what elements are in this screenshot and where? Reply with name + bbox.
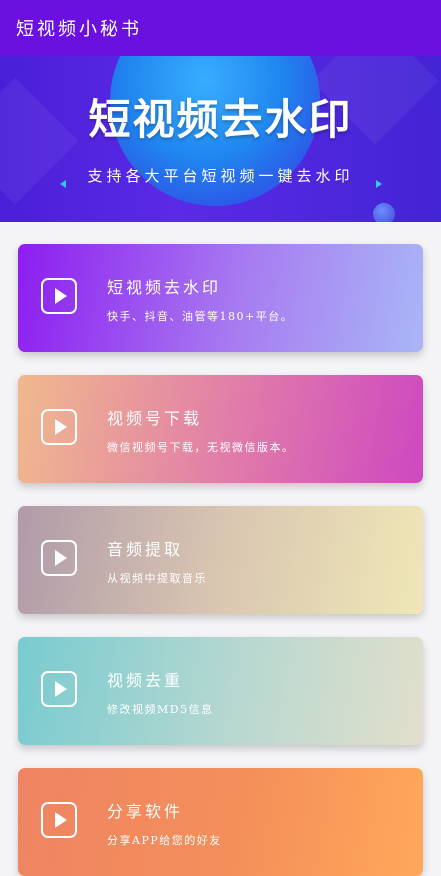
play-icon [41,409,77,445]
card-description: 微信视频号下载，无视微信版本。 [107,441,295,454]
card-description: 从视频中提取音乐 [107,572,207,585]
card-video-dedupe[interactable]: 视频去重 修改视频MD5信息 [18,637,423,745]
banner-headline: 短视频去水印 [88,95,353,144]
app-title: 短视频小秘书 [16,19,142,40]
play-icon [41,802,77,838]
arrow-right-icon [376,180,382,188]
play-icon [41,540,77,576]
card-description: 快手、抖音、油管等180+平台。 [107,310,294,323]
card-share-app[interactable]: 分享软件 分享APP给您的好友 [18,768,423,876]
banner-subline: 支持各大平台短视频一键去水印 [87,167,354,185]
card-title: 视频号下载 [107,409,203,428]
card-description: 分享APP给您的好友 [107,834,222,847]
card-title: 分享软件 [107,802,184,821]
app-bar: 短视频小秘书 [0,0,441,56]
promo-banner[interactable]: 短视频去水印 支持各大平台短视频一键去水印 [0,56,441,222]
play-icon [41,671,77,707]
card-description: 修改视频MD5信息 [107,703,214,716]
card-title: 视频去重 [107,671,184,690]
card-title: 音频提取 [107,540,184,559]
card-channels-download[interactable]: 视频号下载 微信视频号下载，无视微信版本。 [18,375,423,483]
play-icon [41,278,77,314]
card-watermark-removal[interactable]: 短视频去水印 快手、抖音、油管等180+平台。 [18,244,423,352]
card-title: 短视频去水印 [107,278,222,297]
card-audio-extract[interactable]: 音频提取 从视频中提取音乐 [18,506,423,614]
banner-dot [373,203,395,222]
